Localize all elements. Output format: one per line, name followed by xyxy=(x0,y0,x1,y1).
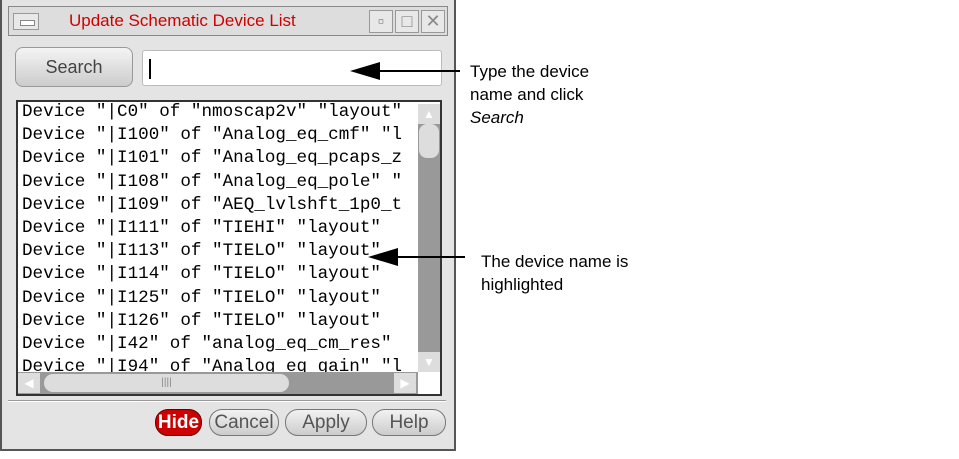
annotation-highlight: The device name is highlighted xyxy=(481,250,628,296)
list-item[interactable]: Device "|I114" of "TIELO" "layout" xyxy=(22,263,381,286)
annotation-text: Search xyxy=(470,108,524,127)
list-item[interactable]: Device "|C0" of "nmoscap2v" "layout" xyxy=(22,102,402,124)
annotation-text: name and click xyxy=(470,85,584,104)
list-item[interactable]: Device "|I126" of "TIELO" "layout" xyxy=(22,310,381,333)
maximize-icon[interactable]: □ xyxy=(395,10,419,33)
annotation-arrow-line xyxy=(380,70,460,72)
arrow-head-icon xyxy=(368,248,398,266)
list-item[interactable]: Device "|I42" of "analog_eq_cm_res" xyxy=(22,333,392,356)
annotation-arrow-line xyxy=(395,256,465,258)
list-item[interactable]: Device "|I108" of "Analog_eq_pole" " xyxy=(22,171,402,194)
hide-button[interactable]: Hide xyxy=(155,409,202,436)
arrow-head-icon xyxy=(350,62,380,80)
search-button[interactable]: Search xyxy=(15,47,133,87)
window-title: Update Schematic Device List xyxy=(69,11,296,30)
apply-button[interactable]: Apply xyxy=(285,409,367,436)
list-item[interactable]: Device "|I101" of "Analog_eq_pcaps_z xyxy=(22,147,402,170)
list-item[interactable]: Device "|I125" of "TIELO" "layout" xyxy=(22,287,381,310)
list-item[interactable]: Device "|I111" of "TIEHI" "layout" xyxy=(22,217,381,240)
annotation-text: highlighted xyxy=(481,275,564,294)
annotation-search: Type the device name and click Search xyxy=(470,60,589,129)
cancel-button[interactable]: Cancel xyxy=(209,409,279,436)
scroll-up-icon[interactable]: ▲ xyxy=(418,104,440,124)
vertical-scroll-thumb[interactable] xyxy=(419,124,439,158)
divider xyxy=(8,400,446,402)
search-input[interactable] xyxy=(142,50,442,86)
horizontal-scrollbar[interactable]: ◀ |||| ▶ xyxy=(18,372,418,394)
minimize-icon[interactable]: ▫ xyxy=(369,10,393,33)
list-item[interactable]: Device "|I109" of "AEQ_lvlshft_1p0_t xyxy=(22,194,402,217)
window-menu-icon[interactable] xyxy=(13,13,39,30)
scroll-right-icon[interactable]: ▶ xyxy=(394,373,416,393)
close-icon[interactable]: ✕ xyxy=(421,10,445,33)
vertical-scrollbar[interactable]: ▲ ▼ xyxy=(418,104,440,372)
scroll-down-icon[interactable]: ▼ xyxy=(418,352,440,372)
help-button[interactable]: Help xyxy=(372,409,446,436)
horizontal-scroll-thumb[interactable]: |||| xyxy=(44,374,289,392)
scroll-left-icon[interactable]: ◀ xyxy=(18,373,40,393)
update-schematic-device-list-dialog: Update Schematic Device List ▫ □ ✕ Searc… xyxy=(0,0,456,451)
list-item[interactable]: Device "|I100" of "Analog_eq_cmf" "l xyxy=(22,124,402,147)
text-caret xyxy=(149,59,151,79)
title-bar[interactable]: Update Schematic Device List ▫ □ ✕ xyxy=(8,6,448,36)
annotation-text: The device name is xyxy=(481,252,629,271)
list-item[interactable]: Device "|I113" of "TIELO" "layout" xyxy=(22,240,381,263)
annotation-text: Type the device xyxy=(470,62,590,81)
